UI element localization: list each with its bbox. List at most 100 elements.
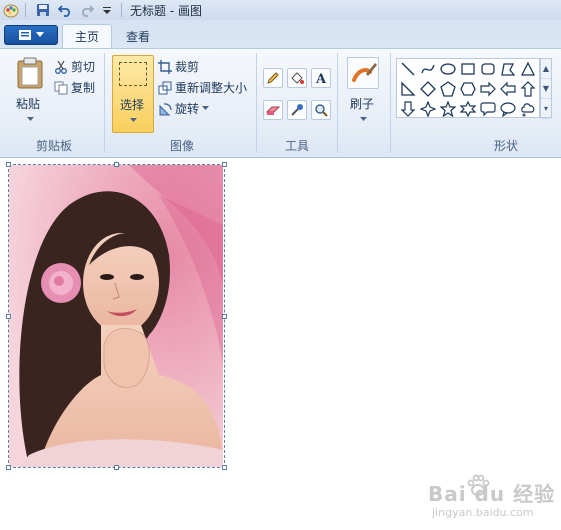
resize-handle[interactable] [222, 465, 227, 470]
rounded-callout-shape-icon[interactable] [479, 100, 497, 118]
title-separator [121, 3, 122, 17]
resize-label: 重新调整大小 [175, 81, 248, 95]
baidu-watermark: Bai du 经验 jingyan.baidu.com [428, 470, 558, 526]
group-separator [256, 53, 257, 153]
resize-handle[interactable] [6, 162, 11, 167]
eraser-tool[interactable] [263, 100, 283, 120]
ribbon: 粘贴 剪切 复制 剪贴板 选择 裁剪 重新调整大小 旋转 图像 A 工具 刷子 … [0, 48, 561, 158]
scroll-down-icon[interactable]: ▼ [541, 79, 551, 99]
app-menu-icon [19, 30, 31, 40]
paste-button[interactable]: 粘贴 [12, 55, 48, 127]
rectangle-shape-icon[interactable] [459, 60, 477, 78]
line-shape-icon[interactable] [399, 60, 417, 78]
magnifier-tool[interactable] [311, 100, 331, 120]
six-point-star-shape-icon[interactable] [459, 100, 477, 118]
curve-shape-icon[interactable] [419, 60, 437, 78]
polygon-shape-icon[interactable] [499, 60, 517, 78]
down-arrow-shape-icon[interactable] [399, 100, 417, 118]
brushes-label: 刷子 [350, 97, 375, 111]
text-icon: A [315, 72, 327, 85]
clipboard-icon [17, 57, 43, 89]
five-point-star-shape-icon[interactable] [439, 100, 457, 118]
shapes-group-label: 形状 [494, 139, 519, 153]
rotate-label: 旋转 [175, 102, 200, 116]
resize-handle[interactable] [114, 465, 119, 470]
crop-button[interactable]: 裁剪 [158, 58, 199, 75]
brush-icon [352, 63, 377, 82]
cloud-callout-shape-icon[interactable] [519, 100, 537, 118]
paste-label: 粘贴 [16, 97, 41, 111]
shapes-gallery [396, 58, 540, 118]
brushes-dropdown-icon [360, 117, 367, 121]
tab-home[interactable]: 主页 [62, 24, 113, 48]
crop-label: 裁剪 [175, 60, 200, 74]
tab-home-label: 主页 [75, 30, 100, 44]
pencil-icon [267, 72, 279, 84]
redo-icon[interactable] [79, 2, 95, 18]
qat-separator [25, 3, 26, 17]
magnifier-icon [315, 104, 328, 117]
resize-button[interactable]: 重新调整大小 [158, 79, 247, 96]
paint-app-icon[interactable] [3, 2, 19, 18]
left-arrow-shape-icon[interactable] [499, 80, 517, 98]
rotate-icon [159, 102, 172, 115]
customize-qat-icon[interactable] [99, 2, 115, 18]
tools-group-label: 工具 [285, 139, 310, 153]
fill-bucket-icon [291, 72, 304, 84]
up-arrow-shape-icon[interactable] [519, 80, 537, 98]
group-separator [104, 53, 105, 153]
scissors-icon [55, 60, 67, 74]
fill-tool[interactable] [287, 68, 307, 88]
pencil-tool[interactable] [263, 68, 283, 88]
rotate-dropdown-icon [202, 106, 210, 110]
triangle-shape-icon[interactable] [519, 60, 537, 78]
eraser-icon [266, 106, 280, 115]
hexagon-shape-icon[interactable] [459, 80, 477, 98]
resize-handle[interactable] [6, 465, 11, 470]
brushes-button[interactable]: 刷子 [344, 55, 384, 131]
color-picker-tool[interactable] [287, 100, 307, 120]
oval-shape-icon[interactable] [439, 60, 457, 78]
crop-icon [158, 59, 172, 74]
oval-callout-shape-icon[interactable] [499, 100, 517, 118]
selection-icon [119, 62, 147, 86]
shapes-scroll[interactable]: ▲ ▼ ▾ [540, 58, 552, 119]
right-arrow-shape-icon[interactable] [479, 80, 497, 98]
pentagon-shape-icon[interactable] [439, 80, 457, 98]
group-separator [390, 53, 391, 153]
scroll-up-icon[interactable]: ▲ [541, 59, 551, 79]
group-separator [337, 53, 338, 153]
app-menu-button[interactable] [4, 25, 58, 45]
select-dropdown-icon [130, 118, 137, 122]
resize-handle[interactable] [114, 162, 119, 167]
copy-label: 复制 [71, 81, 96, 95]
ribbon-tab-row: 主页 查看 [0, 20, 561, 48]
expand-gallery-icon[interactable]: ▾ [541, 99, 551, 119]
selection-rectangle[interactable] [8, 164, 225, 468]
select-label: 选择 [120, 98, 145, 112]
tab-view[interactable]: 查看 [114, 24, 162, 48]
brush-icon-frame [347, 57, 379, 89]
right-triangle-shape-icon[interactable] [399, 80, 417, 98]
cut-button[interactable]: 剪切 [54, 58, 95, 75]
diamond-shape-icon[interactable] [419, 80, 437, 98]
save-icon[interactable] [35, 2, 51, 18]
resize-handle[interactable] [6, 314, 11, 319]
four-point-star-shape-icon[interactable] [419, 100, 437, 118]
rounded-rectangle-shape-icon[interactable] [479, 60, 497, 78]
rotate-button[interactable]: 旋转 [158, 100, 210, 117]
image-group-label: 图像 [170, 139, 195, 153]
select-button[interactable]: 选择 [112, 55, 154, 133]
copy-icon [54, 81, 68, 94]
text-tool[interactable]: A [311, 68, 331, 88]
clipboard-group-label: 剪贴板 [36, 139, 73, 153]
cut-label: 剪切 [71, 60, 96, 74]
copy-button[interactable]: 复制 [54, 79, 95, 96]
svg-text:A: A [315, 72, 327, 85]
tab-view-label: 查看 [126, 29, 151, 44]
resize-handle[interactable] [222, 314, 227, 319]
resize-handle[interactable] [222, 162, 227, 167]
watermark-brand: Bai du 经验 [428, 482, 556, 506]
undo-icon[interactable] [57, 2, 73, 18]
window-title: 无标题 - 画图 [130, 3, 202, 18]
